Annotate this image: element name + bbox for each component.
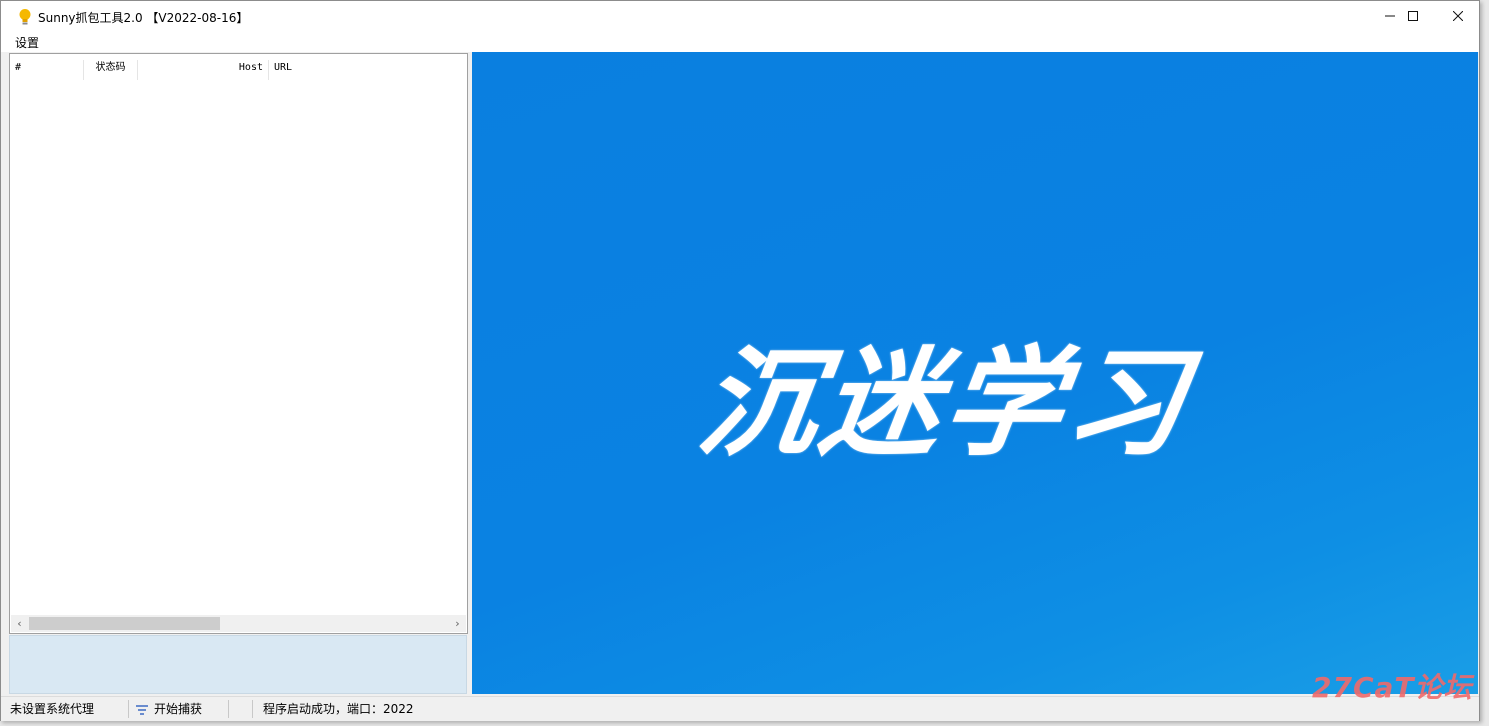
status-divider xyxy=(228,700,229,718)
watermark: 27CaT论坛 xyxy=(1312,671,1473,704)
column-header-url[interactable]: URL xyxy=(269,60,349,80)
maximize-icon xyxy=(1408,11,1418,21)
column-header-host[interactable]: Host xyxy=(138,60,269,80)
close-button[interactable] xyxy=(1435,1,1481,32)
title-bar[interactable]: Sunny抓包工具2.0 【V2022-08-16】 xyxy=(1,1,1479,32)
capture-icon xyxy=(136,704,148,715)
app-window: Sunny抓包工具2.0 【V2022-08-16】 设置 # 状态码 Host… xyxy=(0,0,1480,721)
start-capture-button[interactable]: 开始捕获 xyxy=(154,697,202,721)
status-divider xyxy=(252,700,253,718)
close-icon xyxy=(1452,10,1464,22)
lightbulb-icon xyxy=(17,8,33,26)
horizontal-scrollbar[interactable]: ‹ › xyxy=(11,615,466,632)
banner-image: 沉迷学习 xyxy=(472,52,1478,694)
status-message: 程序启动成功，端口：2022 xyxy=(263,702,414,716)
menu-bar: 设置 xyxy=(1,32,1479,52)
request-list[interactable]: # 状态码 Host URL ‹ › xyxy=(9,53,468,634)
menu-item-settings[interactable]: 设置 xyxy=(15,34,39,51)
window-title: Sunny抓包工具2.0 【V2022-08-16】 xyxy=(38,11,249,25)
proxy-status: 未设置系统代理 xyxy=(10,702,95,716)
banner-slogan: 沉迷学习 xyxy=(690,333,1199,472)
list-header: # 状态码 Host URL xyxy=(10,60,467,80)
column-header-index[interactable]: # xyxy=(10,60,84,80)
maximize-button[interactable] xyxy=(1390,1,1436,32)
status-bar: 未设置系统代理 开始捕获 程序启动成功，端口：2022 xyxy=(1,696,1479,721)
scroll-right-icon[interactable]: › xyxy=(449,615,466,632)
detail-panel xyxy=(9,635,467,694)
scroll-thumb[interactable] xyxy=(29,617,220,630)
scroll-left-icon[interactable]: ‹ xyxy=(11,615,28,632)
column-header-status-code[interactable]: 状态码 xyxy=(84,60,138,80)
status-divider xyxy=(128,700,129,718)
